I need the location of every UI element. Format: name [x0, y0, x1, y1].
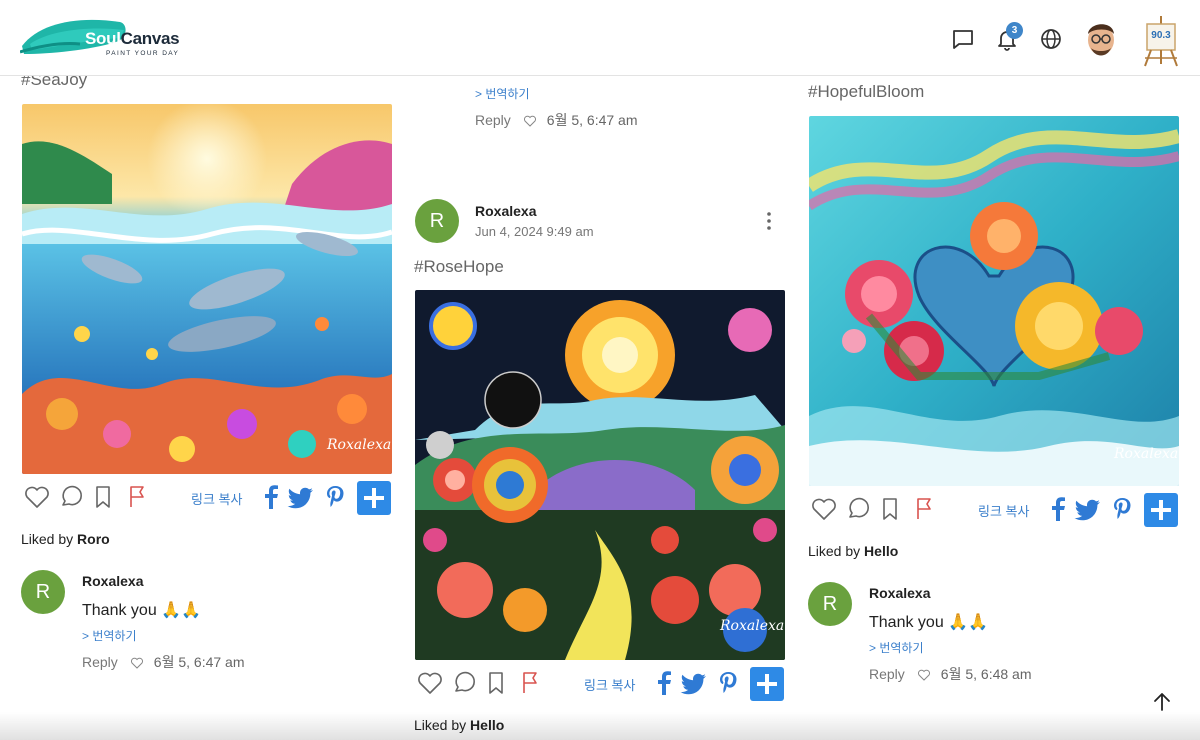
add-button[interactable]: [750, 667, 784, 701]
liked-by-text: Liked by Hello: [414, 717, 505, 733]
liked-by-user[interactable]: Hello: [470, 717, 504, 733]
comment-reply-row: Reply 6월 5, 6:47 am: [475, 110, 638, 130]
post-artwork-image[interactable]: Roxalexa: [809, 116, 1179, 486]
liked-by-user[interactable]: Roro: [77, 531, 110, 547]
liked-by-text: Liked by Hello: [808, 543, 899, 559]
post-actions: 링크 복사: [808, 493, 1180, 527]
heart-icon[interactable]: [810, 495, 838, 523]
arrow-up-icon[interactable]: [1150, 690, 1174, 714]
more-vertical-icon[interactable]: [764, 210, 774, 232]
comment-icon[interactable]: [844, 495, 872, 523]
comment-date: 6월 5, 6:47 am: [153, 654, 245, 670]
pinterest-icon[interactable]: [321, 483, 349, 511]
heart-icon[interactable]: [23, 483, 51, 511]
comment-date: 6월 5, 6:47 am: [546, 112, 638, 128]
plus-icon: [364, 488, 384, 508]
copy-link-button[interactable]: 링크 복사: [191, 489, 242, 508]
translate-link[interactable]: > 번역하기: [82, 627, 137, 644]
brand-name: SoulCanvas: [85, 29, 180, 48]
globe-icon[interactable]: [1038, 26, 1064, 52]
facebook-icon[interactable]: [650, 669, 678, 697]
artwork-signature: Roxalexa: [326, 437, 391, 453]
twitter-icon[interactable]: [1074, 495, 1102, 523]
post-actions: 링크 복사: [21, 481, 393, 515]
translate-link[interactable]: > 번역하기: [869, 639, 924, 656]
comment-avatar[interactable]: R: [808, 582, 852, 626]
post-timestamp: Jun 4, 2024 9:49 am: [475, 224, 594, 239]
pinterest-icon[interactable]: [1108, 495, 1136, 523]
flag-icon[interactable]: [516, 669, 544, 697]
liked-by-text: Liked by Roro: [21, 531, 110, 547]
comment-icon[interactable]: [57, 483, 85, 511]
flag-icon[interactable]: [910, 495, 938, 523]
top-header: SoulCanvas PAINT YOUR DAY 3 90.3: [0, 0, 1200, 76]
plus-icon: [757, 674, 777, 694]
brand-tagline: PAINT YOUR DAY: [106, 50, 180, 57]
reply-button[interactable]: Reply: [475, 112, 511, 128]
reply-button[interactable]: Reply: [869, 666, 905, 682]
heart-icon[interactable]: [130, 656, 144, 670]
bookmark-icon[interactable]: [876, 495, 904, 523]
copy-link-button[interactable]: 링크 복사: [978, 501, 1029, 520]
user-avatar[interactable]: [1083, 18, 1119, 58]
post-author-name[interactable]: Roxalexa: [475, 203, 536, 219]
bottom-fade: [0, 712, 1200, 740]
comment-text: Thank you 🙏🙏: [82, 602, 201, 619]
bookmark-icon[interactable]: [89, 483, 117, 511]
post-hashtag: #RoseHope: [414, 257, 504, 276]
bookmark-icon[interactable]: [482, 669, 510, 697]
artwork-signature: Roxalexa: [719, 618, 784, 634]
post-hashtag: #HopefulBloom: [808, 82, 925, 101]
add-button[interactable]: [1144, 493, 1178, 527]
comment-reply-row: Reply 6월 5, 6:48 am: [869, 664, 1032, 684]
translate-link[interactable]: > 번역하기: [475, 85, 530, 102]
notification-badge: 3: [1006, 22, 1023, 39]
heart-icon[interactable]: [523, 114, 537, 128]
post-actions: 링크 복사: [414, 667, 786, 701]
reply-button[interactable]: Reply: [82, 654, 118, 670]
liked-by-user[interactable]: Hello: [864, 543, 898, 559]
heart-icon[interactable]: [416, 669, 444, 697]
plus-icon: [1151, 500, 1171, 520]
chat-icon[interactable]: [950, 26, 976, 52]
comment-text: Thank you 🙏🙏: [869, 614, 988, 631]
add-button[interactable]: [357, 481, 391, 515]
comment-reply-row: Reply 6월 5, 6:47 am: [82, 652, 245, 672]
artwork-signature: Roxalexa: [1113, 446, 1178, 462]
comment-icon[interactable]: [450, 669, 478, 697]
twitter-icon[interactable]: [680, 669, 708, 697]
flag-icon[interactable]: [123, 483, 151, 511]
post-artwork-image[interactable]: Roxalexa: [22, 104, 392, 474]
points-value: 90.3: [1151, 30, 1171, 41]
comment-author[interactable]: Roxalexa: [82, 573, 143, 589]
heart-icon[interactable]: [917, 668, 931, 682]
facebook-icon[interactable]: [257, 483, 285, 511]
facebook-icon[interactable]: [1044, 495, 1072, 523]
pinterest-icon[interactable]: [714, 669, 742, 697]
copy-link-button[interactable]: 링크 복사: [584, 675, 635, 694]
comment-avatar[interactable]: R: [21, 570, 65, 614]
soulcanvas-logo[interactable]: SoulCanvas PAINT YOUR DAY: [20, 16, 190, 60]
comment-author[interactable]: Roxalexa: [869, 585, 930, 601]
twitter-icon[interactable]: [287, 483, 315, 511]
comment-date: 6월 5, 6:48 am: [940, 666, 1032, 682]
post-author-avatar[interactable]: R: [415, 199, 459, 243]
easel-points-icon[interactable]: [1141, 14, 1181, 68]
post-artwork-image[interactable]: Roxalexa: [415, 290, 785, 660]
